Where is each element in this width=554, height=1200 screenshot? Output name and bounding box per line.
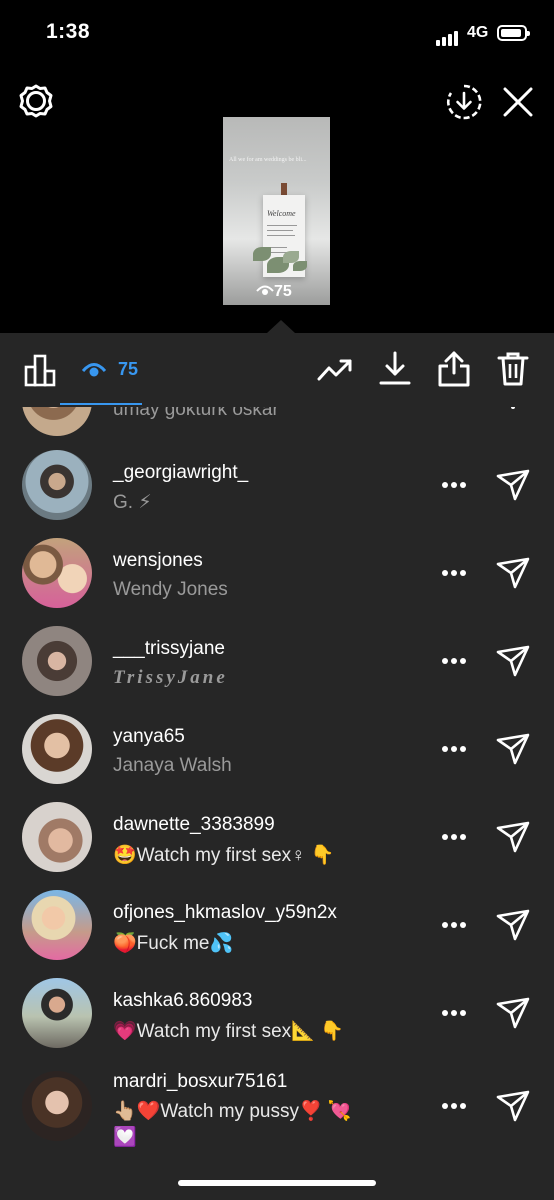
viewers-list[interactable]: umay göktürk oskar _georgiawright_ G. ⚡ … [0, 407, 554, 1200]
status-bar: 1:38 4G [0, 0, 554, 70]
trash-icon[interactable] [497, 351, 529, 387]
eye-icon [256, 285, 274, 295]
viewer-name: 💗Watch my first sex📐 👇 [113, 1021, 344, 1042]
story-card-title: Welcome [267, 209, 296, 218]
list-item[interactable]: umay göktürk oskar [0, 407, 554, 443]
viewer-name: umay göktürk oskar [113, 407, 279, 420]
send-icon[interactable] [495, 643, 531, 679]
view-count[interactable]: 75 [118, 359, 138, 380]
more-icon[interactable] [440, 482, 468, 490]
list-item[interactable]: kashka6.860983 💗Watch my first sex📐 👇 [0, 969, 554, 1057]
send-icon[interactable] [495, 819, 531, 855]
avatar[interactable] [22, 538, 92, 608]
bar-chart-icon[interactable] [24, 353, 58, 387]
send-icon[interactable] [495, 555, 531, 591]
send-icon[interactable] [495, 995, 531, 1031]
list-item[interactable]: yanya65 Janaya Walsh [0, 705, 554, 793]
trending-icon[interactable] [317, 355, 353, 385]
viewer-name: 👆🏼❤️Watch my pussy❣️ 💘 [113, 1101, 352, 1122]
avatar[interactable] [22, 714, 92, 784]
more-icon[interactable] [440, 570, 468, 578]
viewer-name: TrissyJane [113, 667, 228, 688]
list-item[interactable]: _georgiawright_ G. ⚡ [0, 441, 554, 529]
list-item[interactable]: ofjones_hkmaslov_y59n2x 🍑Fuck me💦 [0, 881, 554, 969]
viewers-toolbar: 75 [0, 333, 554, 407]
more-icon[interactable] [440, 1103, 468, 1111]
list-item[interactable]: dawnette_3383899 🤩Watch my first sex♀ 👇 [0, 793, 554, 881]
viewer-username[interactable]: dawnette_3383899 [113, 814, 275, 836]
send-icon[interactable] [495, 731, 531, 767]
viewer-username[interactable]: mardri_bosxur75161 [113, 1071, 287, 1093]
viewer-username[interactable]: ofjones_hkmaslov_y59n2x [113, 902, 337, 924]
chevron-down-icon[interactable] [508, 407, 518, 411]
eye-icon[interactable] [82, 361, 106, 379]
network-label: 4G [467, 24, 489, 41]
greenery [253, 247, 271, 261]
avatar[interactable] [22, 450, 92, 520]
list-item[interactable]: wensjones Wendy Jones [0, 529, 554, 617]
viewer-username[interactable]: yanya65 [113, 726, 185, 748]
viewer-username[interactable]: wensjones [113, 550, 203, 572]
viewer-username[interactable]: kashka6.860983 [113, 990, 252, 1012]
avatar[interactable] [22, 890, 92, 960]
list-item[interactable]: ___trissyjane TrissyJane [0, 617, 554, 705]
avatar[interactable] [22, 407, 92, 436]
avatar[interactable] [22, 978, 92, 1048]
more-icon[interactable] [440, 658, 468, 666]
send-icon[interactable] [495, 467, 531, 503]
download-circle-icon[interactable] [445, 83, 483, 121]
viewer-name: Wendy Jones [113, 579, 228, 600]
story-view-count: 75 [274, 283, 292, 300]
battery-icon [497, 25, 530, 41]
send-icon[interactable] [495, 1088, 531, 1124]
home-indicator[interactable] [178, 1180, 376, 1186]
send-icon[interactable] [495, 907, 531, 943]
viewer-name: 🤩Watch my first sex♀ 👇 [113, 845, 335, 866]
viewers-panel: 75 umay göktürk oskar _georgiawright_ G.… [0, 333, 554, 1200]
active-tab-indicator [60, 403, 142, 405]
list-item[interactable]: mardri_bosxur75161 👆🏼❤️Watch my pussy❣️ … [0, 1057, 554, 1167]
download-icon[interactable] [378, 351, 412, 387]
more-icon[interactable] [440, 746, 468, 754]
viewer-name: Janaya Walsh [113, 755, 232, 776]
story-thumbnail[interactable]: All we for am weddings be bli... Welcome… [223, 117, 330, 305]
status-time: 1:38 [46, 20, 91, 43]
viewer-name: G. ⚡ [113, 492, 152, 513]
viewer-name: 🍑Fuck me💦 [113, 933, 234, 954]
gear-icon[interactable] [18, 83, 54, 119]
more-icon[interactable] [440, 922, 468, 930]
close-icon[interactable] [500, 84, 536, 120]
more-icon[interactable] [440, 1010, 468, 1018]
viewer-name-line2: 💟 [113, 1127, 137, 1148]
avatar[interactable] [22, 802, 92, 872]
signal-icon [436, 28, 460, 46]
story-text-overlay: All we for am weddings be bli... [229, 157, 307, 163]
share-icon[interactable] [437, 350, 471, 388]
story-views: 75 [256, 283, 292, 301]
avatar[interactable] [22, 1071, 92, 1141]
avatar[interactable] [22, 626, 92, 696]
more-icon[interactable] [440, 834, 468, 842]
viewer-username[interactable]: _georgiawright_ [113, 462, 248, 484]
thumbnail-pointer [267, 320, 295, 333]
viewer-username[interactable]: ___trissyjane [113, 638, 225, 660]
